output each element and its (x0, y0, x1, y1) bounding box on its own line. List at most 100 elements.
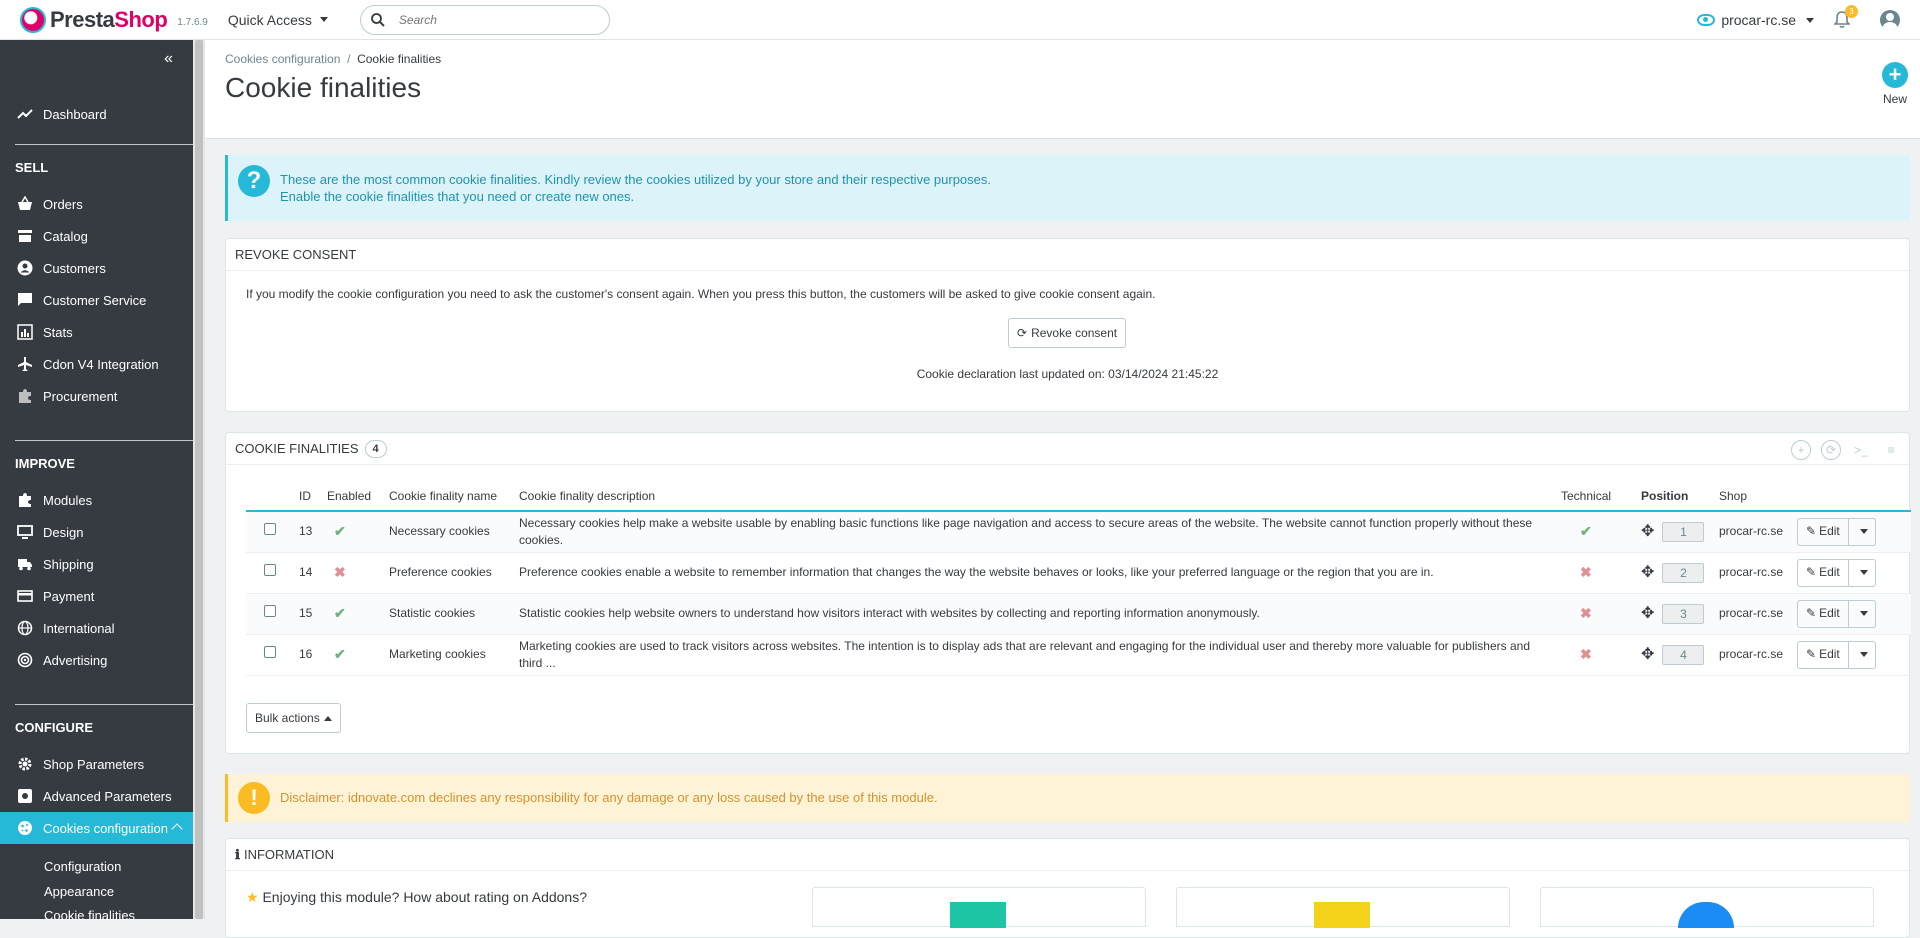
addon-card[interactable] (812, 887, 1146, 928)
sidebar-item-orders[interactable]: Orders (0, 188, 193, 220)
col-id[interactable]: ID (294, 481, 322, 512)
edit-button-group: ✎ Edit (1797, 599, 1876, 628)
row-checkbox[interactable] (264, 605, 276, 617)
cookie-finalities-heading: COOKIE FINALITIES 4 (226, 433, 1909, 465)
sidebar-item-stats[interactable]: Stats (0, 316, 193, 348)
shop-name: procar-rc.se (1721, 12, 1796, 28)
addon-logo-icon (1314, 902, 1370, 928)
row-checkbox[interactable] (264, 564, 276, 576)
col-position[interactable]: Position (1636, 481, 1714, 512)
logo-text-presta: Presta (50, 6, 115, 32)
bulk-actions-button[interactable]: Bulk actions (246, 703, 341, 733)
search-icon (371, 12, 385, 27)
notifications-button[interactable]: 3 (1833, 5, 1858, 29)
addon-card[interactable] (1540, 887, 1874, 928)
sidebar-item-cdon[interactable]: Cdon V4 Integration (0, 348, 193, 380)
left-scrollbar-thumb[interactable] (195, 40, 203, 919)
logo-text-shop: Shop (114, 6, 168, 32)
revoke-consent-button[interactable]: ⟳ Revoke consent (1008, 318, 1127, 348)
drag-handle-icon[interactable]: ✥ (1641, 605, 1654, 622)
table-row[interactable]: 13 ✔ Necessary cookies Necessary cookies he… (246, 511, 1911, 553)
edit-dropdown-toggle[interactable] (1849, 611, 1875, 616)
sidebar: « Dashboard SELL Orders Catalog Customer… (0, 40, 193, 923)
sidebar-subitem-configuration[interactable]: Configuration (44, 859, 121, 874)
store-icon (16, 228, 33, 245)
sidebar-subitem-appearance[interactable]: Appearance (44, 884, 114, 899)
sidebar-divider (15, 440, 193, 441)
drag-handle-icon[interactable]: ✥ (1641, 523, 1654, 540)
search-box[interactable] (359, 4, 610, 35)
sidebar-item-customer-service[interactable]: Customer Service (0, 284, 193, 316)
new-button[interactable]: + New (1882, 62, 1908, 106)
search-input[interactable] (396, 11, 577, 28)
col-shop[interactable]: Shop (1714, 481, 1792, 512)
edit-dropdown-toggle[interactable] (1849, 529, 1875, 535)
table-row[interactable]: 15 ✔ Statistic cookies Statistic cookies he… (246, 593, 1911, 635)
col-technical[interactable]: Technical (1556, 481, 1636, 512)
check-icon[interactable]: ✔ (334, 523, 346, 539)
col-name[interactable]: Cookie finality name (384, 481, 514, 512)
row-checkbox[interactable] (264, 523, 276, 536)
star-icon: ★ (246, 889, 259, 905)
addon-card[interactable] (1176, 887, 1510, 928)
edit-button[interactable]: ✎ Edit (1798, 558, 1849, 587)
table-row[interactable]: 16 ✔ Marketing cookies Marketing cookies ar… (246, 634, 1911, 676)
drag-handle-icon[interactable]: ✥ (1641, 646, 1654, 663)
drag-handle-icon[interactable]: ✥ (1641, 564, 1654, 581)
rate-module-text[interactable]: ★ Enjoying this module? How about rating… (246, 889, 587, 906)
cell-description: Statistic cookies help website owners to… (514, 593, 1556, 635)
edit-button[interactable]: ✎ Edit (1798, 599, 1849, 628)
col-enabled[interactable]: Enabled (322, 481, 384, 512)
sidebar-item-catalog[interactable]: Catalog (0, 220, 193, 252)
collapse-sidebar-icon[interactable]: « (164, 50, 173, 68)
edit-dropdown-toggle[interactable] (1849, 652, 1875, 657)
view-shop-link[interactable]: procar-rc.se (1697, 12, 1814, 28)
position-input: 2 (1662, 562, 1705, 583)
gear-icon (16, 756, 33, 773)
breadcrumb-parent-link[interactable]: Cookies configuration (225, 52, 340, 66)
caret-down-icon (1859, 529, 1868, 535)
add-new-icon[interactable]: + (1791, 440, 1811, 460)
notification-count-badge: 3 (1845, 5, 1858, 18)
sidebar-item-modules[interactable]: Modules (0, 484, 193, 516)
database-icon[interactable]: ≡ (1881, 440, 1901, 460)
sidebar-item-cookies-configuration[interactable]: Cookies configuration (0, 812, 193, 844)
sidebar-item-advertising[interactable]: Advertising (0, 644, 193, 676)
sidebar-item-procurement[interactable]: Procurement (0, 380, 193, 412)
refresh-list-icon[interactable]: ⟳ (1821, 440, 1841, 460)
position-input: 3 (1662, 603, 1705, 624)
edit-dropdown-toggle[interactable] (1849, 570, 1875, 575)
sidebar-item-customers[interactable]: Customers (0, 252, 193, 284)
sidebar-item-international[interactable]: International (0, 612, 193, 644)
check-icon[interactable]: ✔ (334, 605, 346, 621)
truck-icon (16, 556, 33, 573)
sql-query-icon[interactable]: >_ (1851, 440, 1871, 460)
position-input: 4 (1662, 644, 1705, 665)
top-bar: PrestaShop 1.7.6.9 Quick Access procar-r… (0, 0, 1920, 40)
sidebar-item-label: Cookies configuration (43, 820, 169, 836)
revoke-consent-button-label: Revoke consent (1031, 326, 1118, 340)
user-avatar-icon[interactable] (1880, 10, 1900, 30)
sidebar-item-design[interactable]: Design (0, 516, 193, 548)
quick-access-dropdown[interactable]: Quick Access (228, 12, 328, 28)
cell-id: 15 (294, 593, 322, 635)
edit-button[interactable]: ✎ Edit (1798, 517, 1849, 546)
prestashop-logo[interactable]: PrestaShop 1.7.6.9 (20, 0, 208, 40)
sidebar-item-dashboard[interactable]: Dashboard (0, 98, 193, 130)
cross-icon[interactable]: ✖ (334, 564, 346, 580)
col-description[interactable]: Cookie finality description (514, 481, 1556, 512)
sidebar-item-shipping[interactable]: Shipping (0, 548, 193, 580)
sidebar-item-advanced-parameters[interactable]: Advanced Parameters (0, 780, 193, 812)
check-icon: ✔ (1580, 522, 1592, 539)
sidebar-item-shop-parameters[interactable]: Shop Parameters (0, 748, 193, 780)
edit-button[interactable]: ✎ Edit (1798, 640, 1849, 669)
table-row[interactable]: 14 ✖ Preference cookies Preference cookies … (246, 552, 1911, 594)
revoke-consent-text: If you modify the cookie configuration y… (246, 287, 1156, 301)
row-checkbox[interactable] (264, 646, 276, 658)
check-icon[interactable]: ✔ (334, 646, 346, 662)
sidebar-item-payment[interactable]: Payment (0, 580, 193, 612)
sidebar-subitem-cookie-finalities[interactable]: Cookie finalities (44, 908, 135, 923)
caret-up-icon (323, 715, 332, 721)
addon-logo-icon (1678, 902, 1734, 928)
cell-name: Statistic cookies (384, 593, 514, 635)
